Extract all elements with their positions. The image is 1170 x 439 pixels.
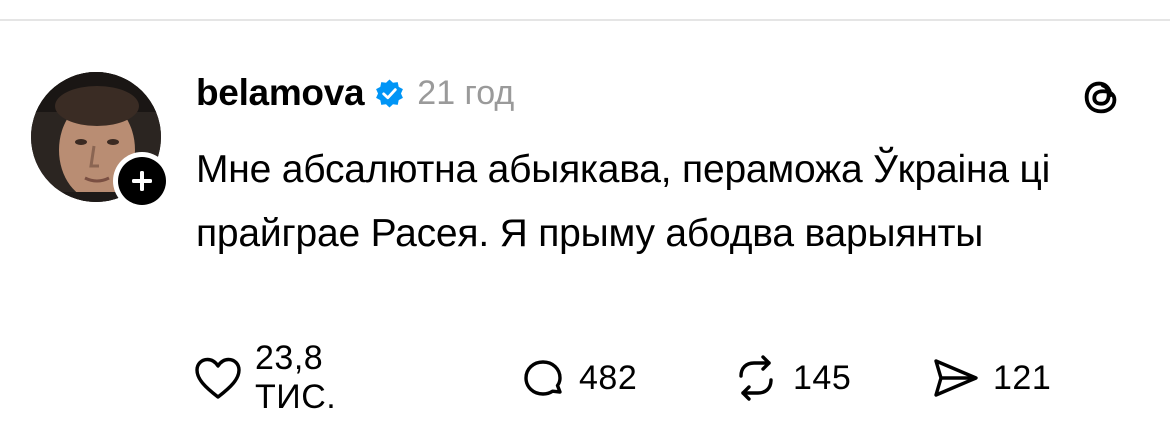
post-body-text: Мне абсалютна абыякава, пераможа Ўкраіна…: [196, 148, 1051, 255]
share-button[interactable]: 121: [931, 350, 1051, 406]
threads-logo-icon[interactable]: [1078, 74, 1124, 120]
plus-icon: [118, 157, 166, 205]
top-divider: [0, 19, 1170, 21]
share-count: 121: [993, 358, 1052, 397]
send-icon: [931, 355, 981, 401]
heart-icon: [193, 355, 243, 401]
speech-bubble-icon: [519, 354, 567, 402]
avatar-container[interactable]: [31, 72, 171, 210]
repost-button[interactable]: 145: [731, 350, 851, 406]
like-count: 23,8 ТИС.: [255, 339, 337, 416]
verified-badge-icon: [374, 78, 405, 109]
reply-count: 482: [579, 358, 638, 397]
reply-button[interactable]: 482: [519, 350, 637, 406]
post-timestamp[interactable]: 21 год: [417, 74, 514, 113]
like-button[interactable]: 23,8 ТИС.: [193, 339, 336, 416]
repost-icon: [731, 354, 781, 402]
username[interactable]: belamova: [196, 72, 365, 114]
repost-count: 145: [793, 358, 852, 397]
post-header: belamova 21 год: [196, 68, 514, 118]
follow-button[interactable]: [113, 152, 171, 210]
